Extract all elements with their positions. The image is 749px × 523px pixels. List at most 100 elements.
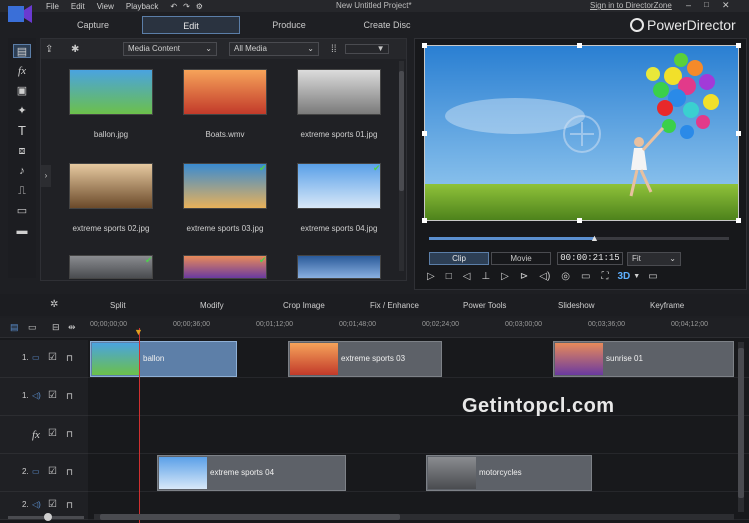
- menu-playback[interactable]: Playback: [126, 2, 158, 11]
- library-thumbnail[interactable]: [297, 255, 381, 279]
- title-room-icon[interactable]: T: [13, 124, 31, 138]
- slider-knob-icon[interactable]: ▼: [377, 44, 385, 53]
- resize-handle[interactable]: [577, 43, 582, 48]
- subtitle-room-icon[interactable]: ▬: [13, 224, 31, 238]
- scroll-thumb[interactable]: [399, 71, 404, 191]
- tab-edit[interactable]: Edit: [142, 16, 240, 34]
- tab-capture[interactable]: Capture: [44, 16, 142, 34]
- fit-timeline-icon[interactable]: ⇹: [68, 322, 76, 333]
- tab-produce[interactable]: Produce: [240, 16, 338, 34]
- library-thumbnail[interactable]: [297, 69, 381, 115]
- timeline-clip[interactable]: sunrise 01: [553, 341, 734, 377]
- timeline-clip[interactable]: extreme sports 03: [288, 341, 442, 377]
- minimize-icon[interactable]: ‒: [686, 0, 691, 10]
- redo-icon[interactable]: ↷: [183, 2, 190, 11]
- next-frame-icon[interactable]: ▷: [501, 271, 509, 282]
- power-tools-button[interactable]: Power Tools: [463, 301, 506, 310]
- library-thumbnail[interactable]: [297, 163, 381, 209]
- undo-icon[interactable]: ↶: [170, 2, 177, 11]
- library-thumbnail[interactable]: [69, 255, 153, 279]
- playback-progress[interactable]: [429, 237, 729, 240]
- lock-icon[interactable]: ⊓: [66, 353, 73, 364]
- timeline-hscrollbar[interactable]: [94, 514, 734, 520]
- scroll-thumb[interactable]: [100, 514, 400, 520]
- split-icon[interactable]: ⊥: [481, 271, 490, 282]
- crop-image-button[interactable]: Crop Image: [283, 301, 325, 310]
- resize-handle[interactable]: [422, 218, 427, 223]
- 3d-mode-toggle[interactable]: 3D: [617, 271, 630, 282]
- fix-enhance-button[interactable]: Fix / Enhance: [370, 301, 419, 310]
- track-enable-checkbox[interactable]: ☑: [48, 466, 57, 477]
- play-icon[interactable]: ▷: [427, 271, 435, 282]
- timeline-ruler[interactable]: 00;00;00;00 00;00;36;00 00;01;12;00 00;01;4…: [88, 318, 749, 338]
- progress-knob-icon[interactable]: ▲: [590, 233, 599, 243]
- voiceover-icon[interactable]: ⎍: [13, 184, 31, 198]
- lock-icon[interactable]: ⊓: [66, 467, 73, 478]
- modify-button[interactable]: Modify: [200, 301, 224, 310]
- zoom-knob-icon[interactable]: [44, 513, 52, 521]
- library-thumbnail[interactable]: [183, 163, 267, 209]
- track-lane[interactable]: [88, 378, 749, 416]
- volume-icon[interactable]: ◁): [539, 271, 550, 282]
- maximize-icon[interactable]: □: [704, 0, 709, 9]
- lock-icon[interactable]: ⊓: [66, 429, 73, 440]
- grid-view-icon[interactable]: ⁞⁞: [331, 44, 337, 55]
- split-button[interactable]: Split: [110, 301, 126, 310]
- zoom-select[interactable]: Fit ⌄: [627, 252, 681, 266]
- thumbnail-size-slider[interactable]: ▼: [344, 44, 389, 54]
- import-icon[interactable]: ⇪: [45, 44, 61, 55]
- track-enable-checkbox[interactable]: ☑: [48, 428, 57, 439]
- track-manager-icon[interactable]: ⊟: [52, 322, 60, 333]
- fullscreen-icon[interactable]: ⛶: [601, 271, 608, 282]
- snapshot-icon[interactable]: ◎: [561, 271, 570, 282]
- library-scrollbar[interactable]: [399, 61, 404, 271]
- fx-room-icon[interactable]: fx: [13, 64, 31, 78]
- magic-tools-icon[interactable]: ✲: [50, 299, 58, 310]
- keyframe-button[interactable]: Keyframe: [650, 301, 684, 310]
- track-enable-checkbox[interactable]: ☑: [48, 390, 57, 401]
- track-enable-checkbox[interactable]: ☑: [48, 499, 57, 510]
- resize-handle[interactable]: [736, 43, 741, 48]
- playhead[interactable]: [139, 328, 140, 523]
- slideshow-button[interactable]: Slideshow: [558, 301, 594, 310]
- prev-frame-icon[interactable]: ◁: [463, 271, 471, 282]
- menu-file[interactable]: File: [46, 2, 59, 11]
- audio-mixing-icon[interactable]: ♪: [13, 164, 31, 178]
- resize-handle[interactable]: [736, 218, 741, 223]
- transition-room-icon[interactable]: ⧈: [13, 144, 31, 158]
- resize-handle[interactable]: [736, 131, 741, 136]
- timeline-vscrollbar[interactable]: [738, 342, 744, 512]
- signin-link[interactable]: Sign in to DirectorZone: [590, 1, 672, 10]
- close-icon[interactable]: ✕: [722, 0, 730, 11]
- subtitle-icon[interactable]: ▭: [648, 271, 657, 282]
- resize-handle[interactable]: [577, 218, 582, 223]
- chevron-down-icon[interactable]: ▼: [633, 273, 640, 280]
- track-enable-checkbox[interactable]: ☑: [48, 352, 57, 363]
- timeline-clip[interactable]: ballon: [90, 341, 237, 377]
- resize-handle[interactable]: [422, 131, 427, 136]
- library-thumbnail[interactable]: [69, 163, 153, 209]
- resize-handle[interactable]: [422, 43, 427, 48]
- stop-icon[interactable]: □: [446, 271, 452, 282]
- storyboard-view-icon[interactable]: ▤: [10, 322, 19, 333]
- track-lane[interactable]: [88, 416, 749, 454]
- lock-icon[interactable]: ⊓: [66, 391, 73, 402]
- particle-room-icon[interactable]: ✦: [13, 104, 31, 118]
- timeline-view-icon[interactable]: ▭: [28, 322, 37, 333]
- chapter-room-icon[interactable]: ▭: [13, 204, 31, 218]
- clip-mode-button[interactable]: Clip: [429, 252, 489, 265]
- menu-edit[interactable]: Edit: [71, 2, 85, 11]
- tab-create-disc[interactable]: Create Disc: [338, 16, 436, 34]
- media-content-select[interactable]: Media Content ⌄: [123, 42, 217, 56]
- timeline-clip[interactable]: motorcycles: [426, 455, 592, 491]
- playhead-marker-icon[interactable]: ▼: [134, 327, 143, 337]
- library-thumbnail[interactable]: [183, 69, 267, 115]
- movie-mode-button[interactable]: Movie: [491, 252, 551, 265]
- dock-icon[interactable]: ▭: [581, 271, 590, 282]
- pip-room-icon[interactable]: ▣: [13, 84, 31, 98]
- media-room-icon[interactable]: ▤: [13, 44, 31, 58]
- menu-view[interactable]: View: [97, 2, 114, 11]
- plugin-icon[interactable]: ✱: [71, 44, 93, 55]
- media-filter-select[interactable]: All Media ⌄: [229, 42, 319, 56]
- scroll-thumb[interactable]: [738, 348, 744, 498]
